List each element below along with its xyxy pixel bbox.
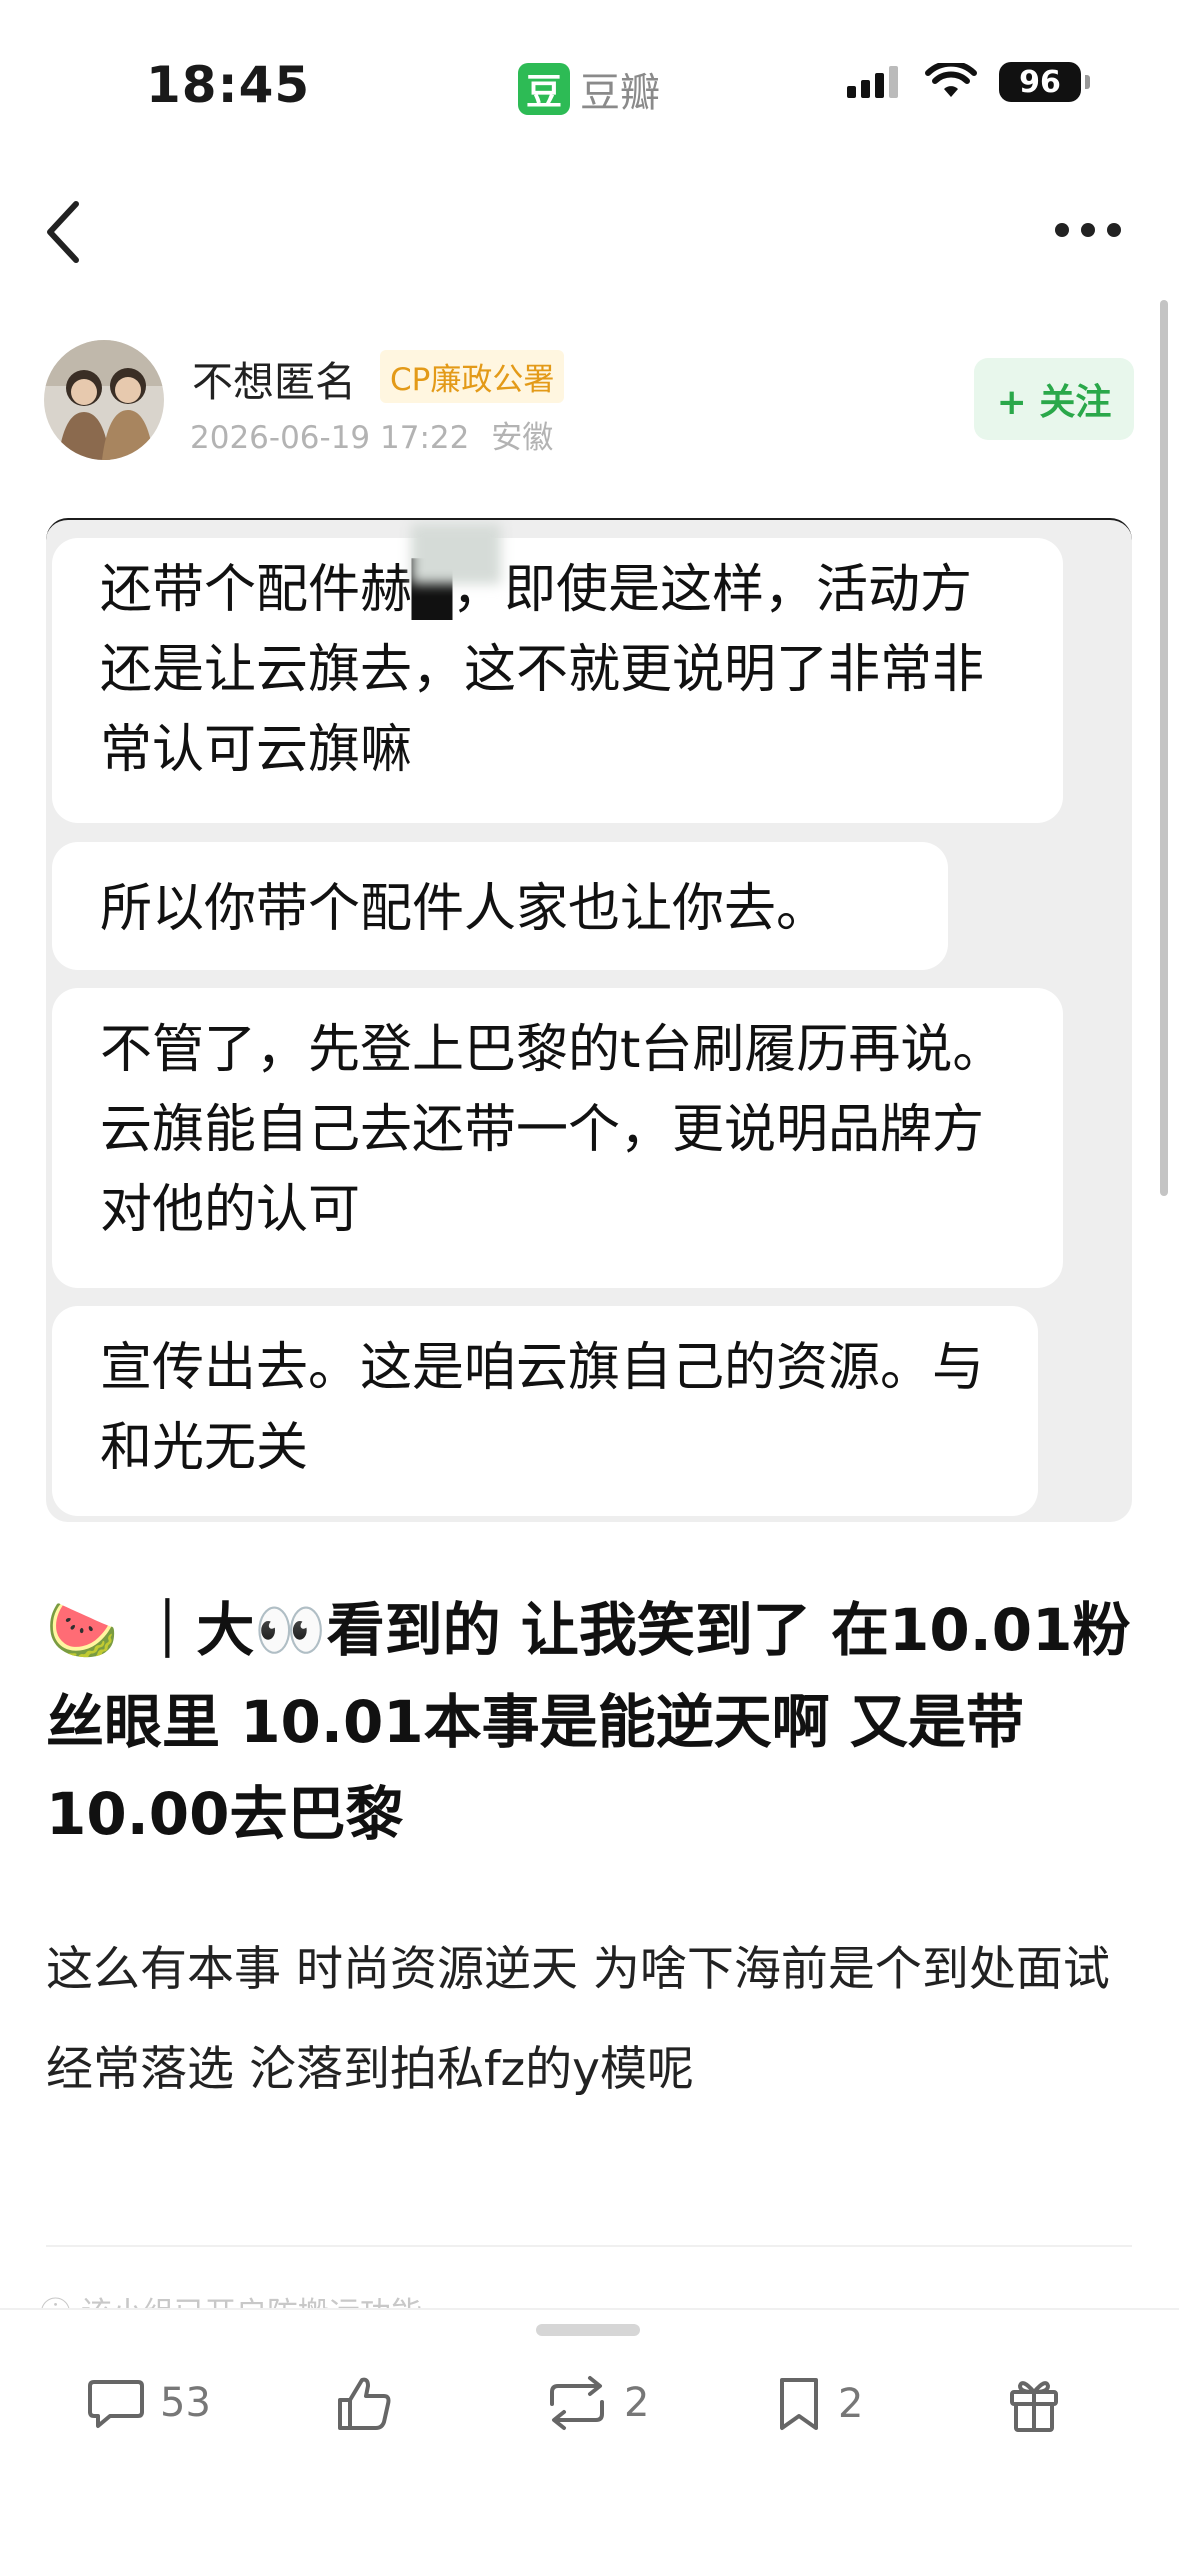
signal-icon bbox=[847, 66, 898, 98]
post-timestamp: 2026-06-19 17:22 bbox=[190, 420, 470, 456]
avatar-image bbox=[44, 340, 164, 460]
post-location: 安徽 bbox=[491, 420, 554, 456]
douban-post-page: 18:45 豆 豆瓣 96 不想匿名 CP廉政公署 2026-06-19 17:… bbox=[0, 0, 1179, 2556]
author-avatar[interactable] bbox=[44, 340, 164, 460]
repost-icon bbox=[550, 2376, 604, 2430]
chat-bubble: 宣传出去。这是咱云旗自己的资源。与和光无关 bbox=[52, 1306, 1038, 1516]
repost-count: 2 bbox=[624, 2380, 650, 2426]
collect-count: 2 bbox=[838, 2381, 864, 2427]
back-button[interactable] bbox=[40, 192, 90, 272]
more-dots-icon bbox=[1055, 223, 1121, 237]
divider bbox=[46, 2245, 1132, 2247]
post-meta: 2026-06-19 17:22 安徽 bbox=[190, 412, 553, 457]
status-icons: 96 bbox=[845, 62, 1090, 102]
chat-bubble: 还带个配件赫█，即使是这样，活动方还是让云旗去，这不就更说明了非常非常认可云旗嘛 bbox=[52, 538, 1063, 823]
status-app-name: 豆瓣 bbox=[580, 70, 660, 116]
post-image[interactable]: 还带个配件赫█，即使是这样，活动方还是让云旗去，这不就更说明了非常非常认可云旗嘛… bbox=[46, 518, 1132, 1522]
status-time: 18:45 bbox=[146, 56, 311, 114]
status-app-indicator: 豆 豆瓣 bbox=[518, 60, 660, 118]
post-title: 🍉 ｜大👀看到的 让我笑到了 在10.01粉丝眼里 10.01本事是能逆天啊 又… bbox=[46, 1596, 1131, 1848]
bookmark-icon bbox=[780, 2378, 818, 2430]
gift-button[interactable] bbox=[1006, 2374, 1062, 2434]
battery-indicator: 96 bbox=[999, 62, 1090, 102]
gift-icon bbox=[1010, 2381, 1058, 2432]
scrollbar[interactable] bbox=[1160, 300, 1168, 1196]
repost-button[interactable]: 2 bbox=[544, 2374, 649, 2432]
drag-handle[interactable] bbox=[536, 2324, 640, 2336]
battery-level: 96 bbox=[999, 62, 1081, 102]
mosaic-blur bbox=[411, 524, 501, 584]
battery-tip bbox=[1085, 75, 1090, 89]
collect-button[interactable]: 2 bbox=[774, 2374, 863, 2434]
chat-bubble: 所以你带个配件人家也让你去。 bbox=[52, 842, 948, 970]
author-name[interactable]: 不想匿名 bbox=[192, 348, 356, 408]
post-body: 这么有本事 时尚资源逆天 为啥下海前是个到处面试 经常落选 沦落到拍私fz的y模… bbox=[46, 1942, 1110, 2097]
wifi-icon bbox=[925, 63, 977, 97]
chat-bubble: 不管了，先登上巴黎的t台刷履历再说。云旗能自己去还带一个，更说明品牌方对他的认可 bbox=[52, 988, 1063, 1288]
thumbs-up-icon bbox=[338, 2377, 391, 2430]
follow-button[interactable]: + 关注 bbox=[974, 358, 1134, 440]
comment-count: 53 bbox=[160, 2380, 211, 2426]
comment-button[interactable]: 53 bbox=[86, 2374, 211, 2432]
anti-repost-note: ⓘ 该小组已开启防搬运功能 bbox=[40, 2288, 422, 2310]
group-badge[interactable]: CP廉政公署 bbox=[380, 350, 565, 403]
bottom-toolbar: 53 2 2 bbox=[0, 2308, 1179, 2556]
more-options-button[interactable] bbox=[1048, 200, 1128, 260]
chevron-left-icon bbox=[47, 201, 79, 263]
like-button[interactable] bbox=[334, 2374, 394, 2434]
comment-icon bbox=[88, 2380, 144, 2428]
status-bar: 18:45 豆 豆瓣 96 bbox=[0, 0, 1179, 140]
douban-logo-icon: 豆 bbox=[518, 63, 570, 115]
